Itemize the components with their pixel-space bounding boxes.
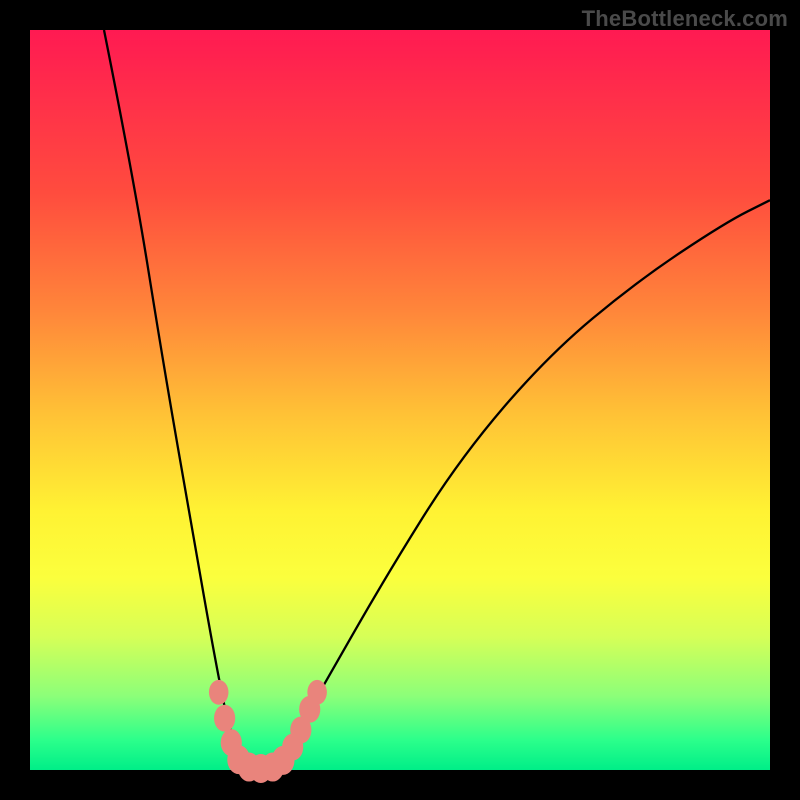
data-marker	[307, 680, 327, 705]
chart-container: TheBottleneck.com	[0, 0, 800, 800]
watermark-label: TheBottleneck.com	[582, 6, 788, 32]
bottleneck-curve	[104, 30, 770, 768]
plot-area	[30, 30, 770, 770]
marker-group	[209, 680, 327, 783]
curve-svg	[30, 30, 770, 770]
data-marker	[214, 705, 235, 732]
data-marker	[209, 680, 229, 705]
